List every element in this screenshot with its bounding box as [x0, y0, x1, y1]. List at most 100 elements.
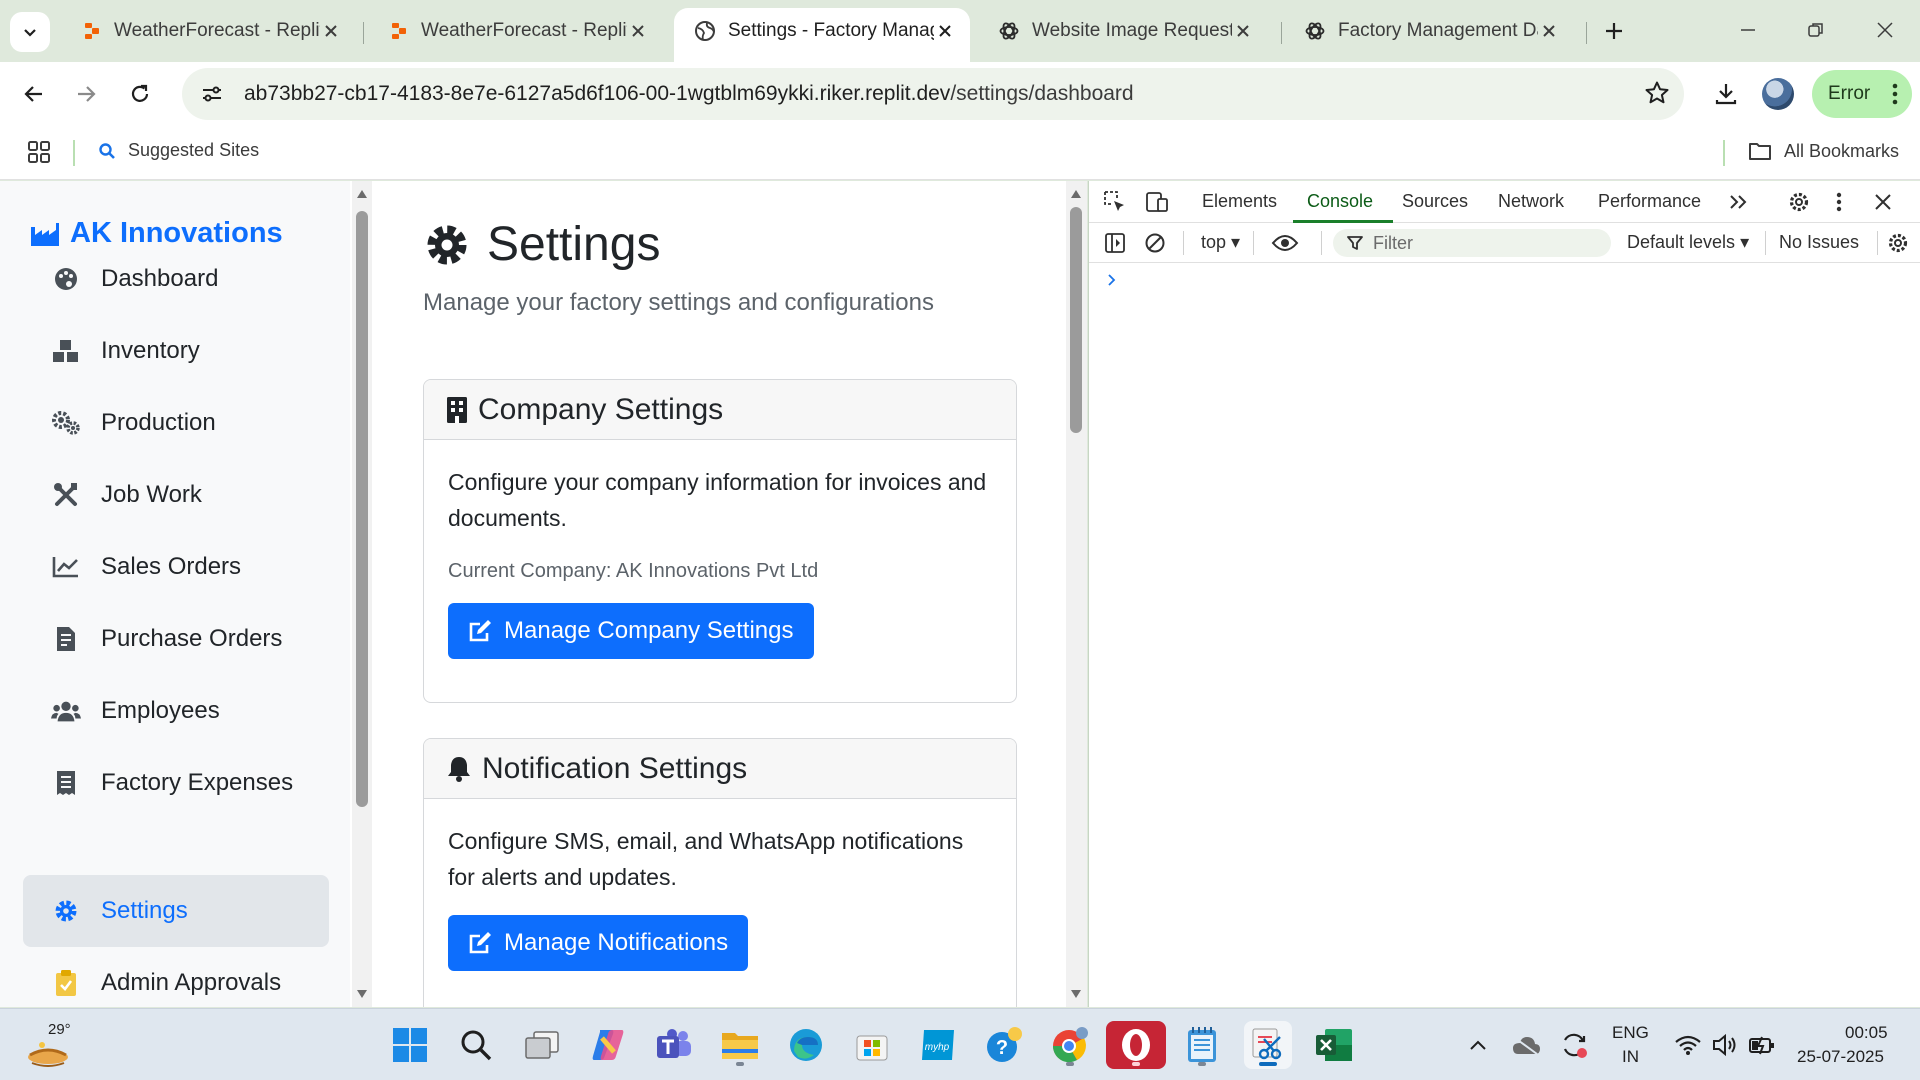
sidebar-item-employees[interactable]: Employees: [23, 675, 329, 747]
console-prompt[interactable]: [1107, 273, 1117, 287]
sidebar-item-admin-approvals[interactable]: Admin Approvals: [23, 947, 329, 1007]
clock-time[interactable]: 00:05: [1845, 1023, 1888, 1043]
log-levels-dropdown[interactable]: Default levels ▾: [1627, 232, 1749, 253]
clear-console-icon[interactable]: [1141, 230, 1169, 256]
manage-company-settings-button[interactable]: Manage Company Settings: [448, 603, 814, 659]
tab-search-button[interactable]: [10, 12, 50, 52]
settings-gear-icon[interactable]: [1785, 189, 1813, 215]
card-description: Configure SMS, email, and WhatsApp notif…: [448, 828, 964, 890]
sidebar-toggle-icon[interactable]: [1101, 230, 1129, 256]
devtools-tab-console[interactable]: Console: [1307, 191, 1373, 212]
help-icon: ?: [987, 1027, 1022, 1062]
language-code[interactable]: ENG: [1612, 1023, 1649, 1043]
new-tab-button[interactable]: [1597, 14, 1631, 48]
browser-tab[interactable]: Factory Management Dat: [1284, 8, 1574, 54]
close-icon[interactable]: [934, 20, 956, 42]
close-icon: [1877, 22, 1893, 38]
profile-avatar[interactable]: [1762, 78, 1794, 110]
windows-taskbar: 29° myhp ? ENG IN 00:05 25-07-2025: [0, 1008, 1920, 1080]
sidebar-item-production[interactable]: Production: [23, 387, 329, 459]
bell-icon: [448, 756, 470, 782]
wifi-icon: [1675, 1035, 1701, 1055]
browser-tab-active[interactable]: Settings - Factory Manag: [674, 8, 970, 62]
all-bookmarks-button[interactable]: All Bookmarks: [1748, 140, 1899, 162]
bookmarks-bar: Suggested Sites All Bookmarks: [0, 126, 1920, 180]
notepad-app[interactable]: [1178, 1021, 1226, 1069]
inspect-element-icon[interactable]: [1101, 189, 1129, 215]
card-title: Company Settings: [478, 392, 724, 426]
browser-tab[interactable]: WeatherForecast - Replit: [369, 8, 663, 54]
chrome-icon: [1052, 1027, 1088, 1063]
context-selector[interactable]: top ▾: [1201, 232, 1240, 253]
bookmark-star-button[interactable]: [1644, 80, 1670, 106]
chevron-up-icon: [1470, 1040, 1486, 1050]
close-icon[interactable]: [627, 20, 649, 42]
copilot-app[interactable]: [584, 1021, 632, 1069]
sidebar-item-settings[interactable]: Settings: [23, 875, 329, 947]
devtools-tab-network[interactable]: Network: [1498, 191, 1564, 212]
downloads-button[interactable]: [1706, 74, 1746, 114]
devtools-tab-performance[interactable]: Performance: [1598, 191, 1701, 212]
sidebar-item-label: Employees: [101, 697, 220, 724]
sidebar-item-label: Inventory: [101, 337, 200, 364]
get-help-app[interactable]: ?: [980, 1021, 1028, 1069]
address-bar[interactable]: ab73bb27-cb17-4183-8e7e-6127a5d6f106-00-…: [182, 68, 1684, 120]
sidebar-scroll-thumb[interactable]: [356, 211, 368, 807]
devtools-tab-elements[interactable]: Elements: [1202, 191, 1277, 212]
task-view-button[interactable]: [518, 1021, 566, 1069]
excel-app[interactable]: [1310, 1021, 1358, 1069]
main-scroll-thumb[interactable]: [1070, 207, 1082, 433]
myhp-app[interactable]: myhp: [914, 1021, 962, 1069]
console-settings-icon[interactable]: [1884, 230, 1912, 256]
devtools-tab-sources[interactable]: Sources: [1402, 191, 1468, 212]
close-icon[interactable]: [1232, 20, 1254, 42]
more-vertical-icon[interactable]: [1825, 189, 1853, 215]
site-info-button[interactable]: [186, 68, 238, 120]
teams-app[interactable]: [650, 1021, 698, 1069]
plus-icon: [1606, 23, 1622, 39]
close-devtools-icon[interactable]: [1869, 189, 1897, 215]
file-explorer-app[interactable]: [716, 1021, 764, 1069]
snipping-tool-app[interactable]: [1244, 1021, 1292, 1069]
issues-counter[interactable]: No Issues: [1779, 232, 1859, 253]
apps-grid-icon[interactable]: [27, 140, 51, 164]
browser-toolbar: ab73bb27-cb17-4183-8e7e-6127a5d6f106-00-…: [0, 62, 1920, 126]
start-button[interactable]: [386, 1021, 434, 1069]
microsoft-store-app[interactable]: [848, 1021, 896, 1069]
minimize-button[interactable]: [1720, 10, 1776, 50]
sidebar-item-dashboard[interactable]: Dashboard: [23, 243, 329, 315]
current-company-text: Current Company: AK Innovations Pvt Ltd: [448, 560, 819, 582]
opera-app[interactable]: [1106, 1021, 1166, 1069]
back-button[interactable]: [14, 74, 54, 114]
sync-tray[interactable]: [1550, 1021, 1598, 1069]
bookmark-suggested-sites[interactable]: Suggested Sites: [98, 140, 259, 161]
error-menu-button[interactable]: Error: [1812, 70, 1912, 118]
close-icon[interactable]: [1538, 20, 1560, 42]
edge-app[interactable]: [782, 1021, 830, 1069]
chrome-app[interactable]: [1046, 1021, 1094, 1069]
battery-tray[interactable]: [1738, 1021, 1786, 1069]
close-icon[interactable]: [320, 20, 342, 42]
console-filter-input[interactable]: Filter: [1333, 229, 1611, 257]
restore-button[interactable]: [1788, 10, 1844, 50]
sidebar-item-sales-orders[interactable]: Sales Orders: [23, 531, 329, 603]
reload-button[interactable]: [120, 74, 160, 114]
forward-button[interactable]: [66, 74, 106, 114]
edit-icon: [469, 620, 491, 642]
manage-notifications-button[interactable]: Manage Notifications: [448, 915, 749, 971]
sidebar-item-inventory[interactable]: Inventory: [23, 315, 329, 387]
browser-tab[interactable]: WeatherForecast - Replit: [62, 8, 356, 54]
browser-tab[interactable]: Website Image Request: [978, 8, 1268, 54]
more-tabs-icon[interactable]: [1725, 189, 1753, 215]
sidebar-item-label: Settings: [101, 897, 188, 924]
sidebar-item-purchase-orders[interactable]: Purchase Orders: [23, 603, 329, 675]
card-title: Notification Settings: [482, 751, 748, 785]
sidebar-item-job-work[interactable]: Job Work: [23, 459, 329, 531]
device-toolbar-icon[interactable]: [1143, 189, 1171, 215]
onedrive-tray[interactable]: [1502, 1021, 1550, 1069]
sidebar-item-factory-expenses[interactable]: Factory Expenses: [23, 747, 329, 819]
taskbar-search[interactable]: [452, 1021, 500, 1069]
show-hidden-icons-button[interactable]: [1454, 1021, 1502, 1069]
eye-icon[interactable]: [1271, 230, 1299, 256]
close-window-button[interactable]: [1857, 10, 1913, 50]
